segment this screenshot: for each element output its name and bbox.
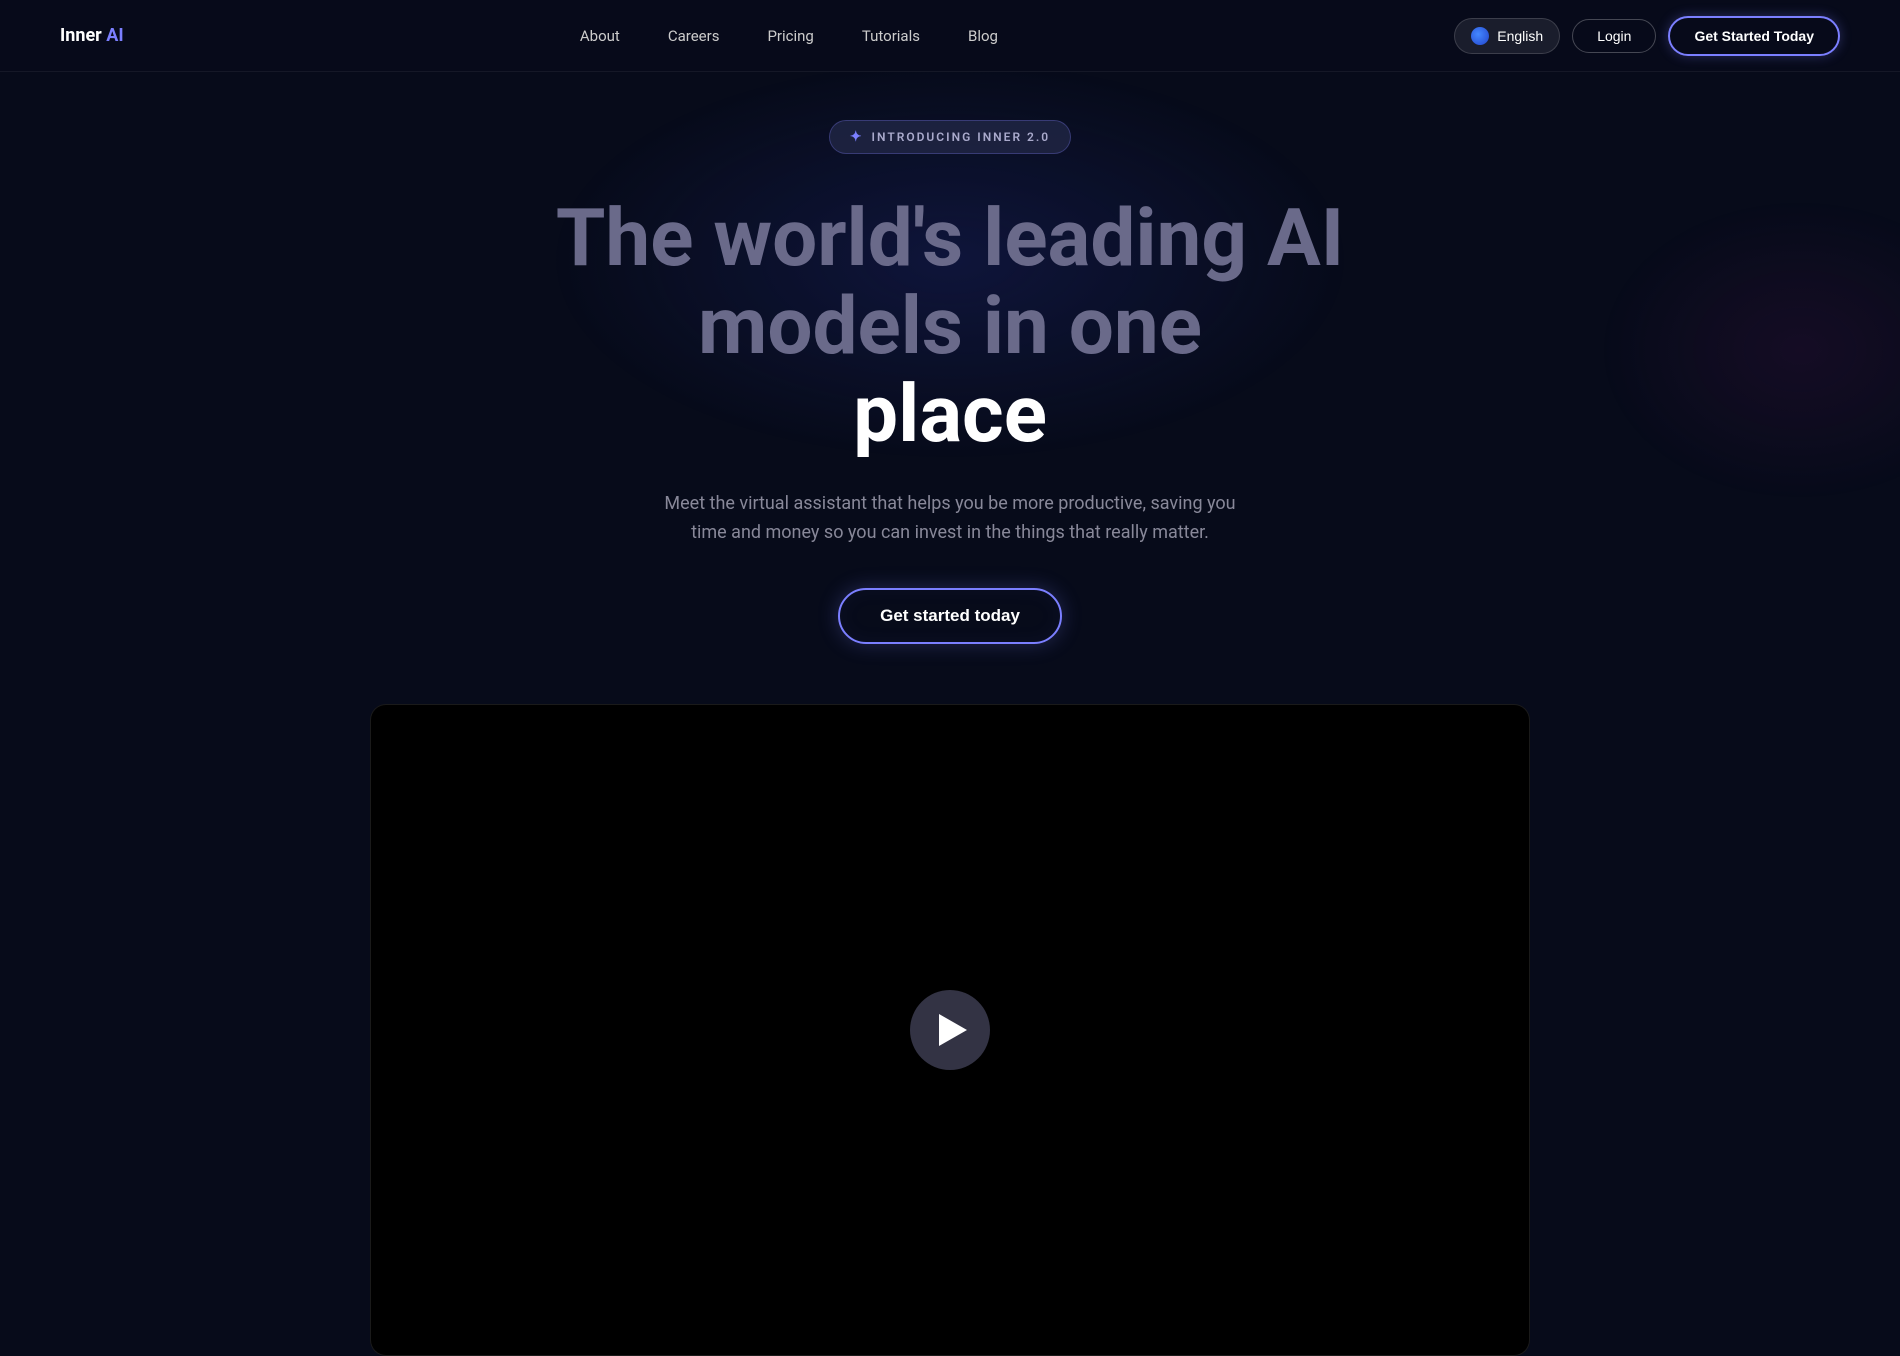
language-icon [1471,27,1489,45]
nav-links: About Careers Pricing Tutorials Blog [580,27,998,45]
hero-title-line1: The world's leading AI models in one [556,191,1344,373]
nav-pricing[interactable]: Pricing [767,27,813,45]
language-label: English [1497,28,1543,44]
hero-subtitle: Meet the virtual assistant that helps yo… [660,490,1240,548]
play-icon [939,1014,967,1046]
play-button[interactable] [910,990,990,1070]
get-started-button[interactable]: Get Started Today [1668,16,1840,56]
video-player[interactable] [370,704,1530,1356]
nav-careers[interactable]: Careers [668,27,720,45]
badge-text: INTRODUCING INNER 2.0 [872,130,1051,144]
sparkle-icon: ✦ [850,129,864,145]
login-button[interactable]: Login [1572,19,1656,53]
navbar: Inner AI About Careers Pricing Tutorials… [0,0,1900,72]
navbar-actions: English Login Get Started Today [1454,16,1840,56]
hero-title: The world's leading AI models in one pla… [450,194,1450,458]
hero-section: ✦ INTRODUCING INNER 2.0 The world's lead… [0,0,1900,1356]
hero-title-line2: place [853,367,1047,461]
nav-blog[interactable]: Blog [968,27,998,45]
logo[interactable]: Inner AI [60,25,124,46]
nav-tutorials[interactable]: Tutorials [862,27,920,45]
intro-badge: ✦ INTRODUCING INNER 2.0 [829,120,1071,154]
hero-cta-button[interactable]: Get started today [838,588,1062,644]
language-selector[interactable]: English [1454,18,1560,54]
nav-about[interactable]: About [580,27,620,45]
